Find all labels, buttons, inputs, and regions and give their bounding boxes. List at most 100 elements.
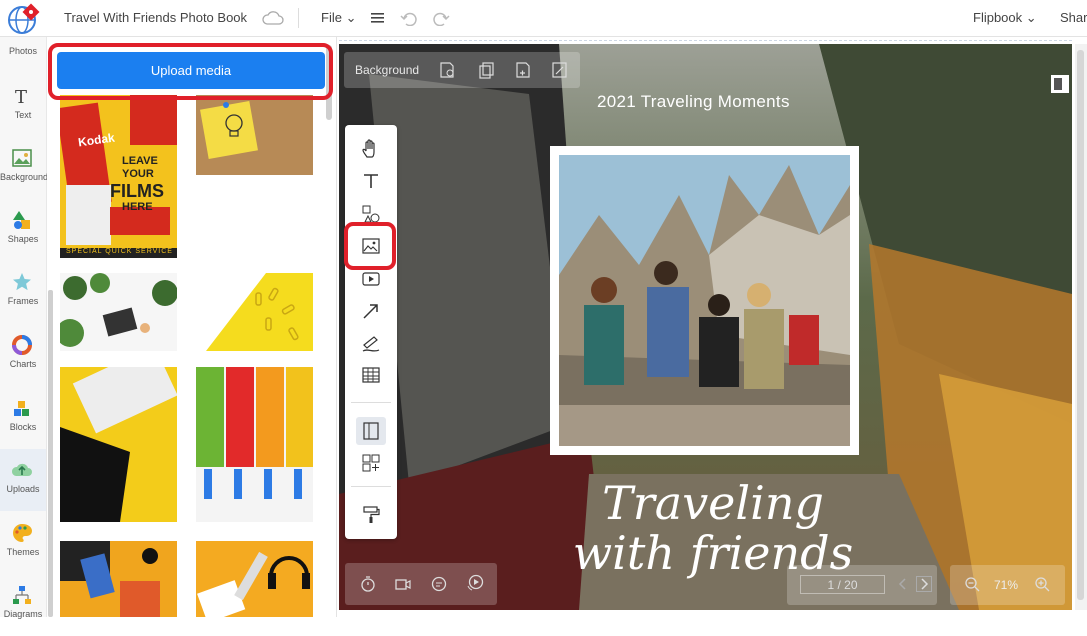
undo-icon[interactable]	[400, 10, 418, 26]
draw-tool[interactable]	[356, 329, 386, 357]
video-record-icon[interactable]	[394, 575, 412, 593]
element-toolbar	[345, 125, 397, 539]
page-heading[interactable]: 2021 Traveling Moments	[597, 92, 790, 112]
timer-icon[interactable]	[359, 575, 377, 593]
previous-page-icon[interactable]	[895, 576, 911, 592]
left-sidebar: Photos T Text Background Shapes Frames C…	[0, 37, 48, 619]
media-thumb-paperclips[interactable]	[196, 273, 313, 351]
office-items-image	[60, 541, 177, 617]
media-thumb-desk-plants[interactable]	[60, 273, 177, 351]
film-ad-line: LEAVE	[122, 155, 158, 167]
media-thumb-keyboard[interactable]	[60, 367, 177, 522]
sidebar-item-frames[interactable]: Frames	[0, 261, 46, 323]
add-block-icon	[362, 454, 380, 472]
sidebar-item-diagrams[interactable]: Diagrams	[0, 574, 46, 636]
text-tool[interactable]	[356, 167, 386, 195]
page-settings-icon[interactable]	[438, 61, 456, 79]
sidebar-item-shapes[interactable]: Shapes	[0, 199, 46, 261]
sidebar-item-themes[interactable]: Themes	[0, 512, 46, 574]
media-thumb-paint-rollers[interactable]	[196, 367, 313, 522]
hamburger-menu-icon[interactable]	[371, 12, 385, 24]
paint-roller-icon	[363, 506, 380, 523]
film-ad-footer: SPECIAL QUICK SERVICE	[66, 248, 173, 255]
format-painter-tool[interactable]	[356, 501, 386, 529]
sidebar-item-blocks[interactable]: Blocks	[0, 387, 46, 449]
divider	[298, 8, 299, 28]
chevron-down-icon: ⌄	[1025, 10, 1037, 25]
pen-draw-icon	[362, 336, 380, 352]
sidebar-layout-icon	[363, 422, 379, 440]
sidebar-item-label: Photos	[8, 46, 38, 56]
upload-cloud-icon	[11, 463, 32, 476]
next-page-icon[interactable]	[916, 576, 932, 592]
chevron-down-icon: ⌄	[345, 10, 357, 25]
cork-board-image	[196, 95, 313, 175]
delete-page-icon[interactable]	[551, 61, 569, 79]
arrow-icon	[363, 304, 378, 319]
sidebar-item-label: Diagrams	[3, 609, 43, 619]
toolbar-divider	[351, 486, 391, 487]
sidebar-item-charts[interactable]: Charts	[0, 324, 46, 386]
media-thumb-lightbulb-note[interactable]	[196, 95, 313, 175]
flipbook-menu[interactable]: Flipbook ⌄	[973, 10, 1037, 26]
top-bar: Travel With Friends Photo Book File ⌄ Fl…	[0, 0, 1087, 37]
file-menu[interactable]: File ⌄	[321, 10, 356, 26]
friends-hiking-image	[559, 155, 850, 446]
paint-rollers-image	[196, 367, 313, 522]
shapes-outline-icon	[362, 205, 380, 223]
zoom-level[interactable]: 71%	[994, 578, 1018, 592]
shapes-icon	[13, 211, 30, 229]
background-label[interactable]: Background	[355, 63, 419, 77]
sidebar-item-label: Frames	[7, 296, 39, 306]
friends-photo[interactable]	[559, 155, 850, 446]
sidebar-item-text[interactable]: T Text	[0, 75, 46, 137]
add-element-tool[interactable]	[356, 449, 386, 477]
media-thumb-office-items[interactable]	[60, 541, 177, 617]
sidebar-item-label: Charts	[9, 359, 37, 369]
page-corner-icon[interactable]	[1050, 74, 1070, 94]
media-thumb-headphones[interactable]	[196, 541, 313, 617]
sidebar-item-photos[interactable]: Photos	[0, 11, 46, 73]
paperclips-image	[196, 273, 313, 351]
desk-plants-image	[60, 273, 177, 351]
media-thumb-films[interactable]: Kodak LEAVE YOUR FILMS HERE SPECIAL QUIC…	[60, 95, 177, 258]
palette-icon	[13, 524, 32, 542]
sidebar-scrollbar[interactable]	[48, 290, 53, 617]
sidebar-item-uploads[interactable]: Uploads	[0, 449, 46, 511]
blocks-icon	[14, 401, 29, 416]
upload-media-button[interactable]: Upload media	[57, 52, 325, 89]
table-tool[interactable]	[356, 361, 386, 389]
video-play-icon	[362, 272, 380, 286]
sidebar-item-label: Themes	[6, 547, 40, 557]
toolbar-divider	[351, 402, 391, 403]
duplicate-page-icon[interactable]	[478, 61, 496, 79]
zoom-in-icon[interactable]	[1034, 576, 1050, 592]
share-menu[interactable]: Shar	[1060, 10, 1087, 25]
panel-toggle-tool[interactable]	[356, 417, 386, 445]
image-tool-highlight	[344, 222, 396, 270]
redo-icon[interactable]	[432, 10, 450, 26]
page-indicator[interactable]: 1 / 20	[800, 575, 885, 594]
comment-icon[interactable]	[430, 575, 448, 593]
film-ad-line: FILMS	[110, 181, 164, 201]
cloud-sync-icon[interactable]	[262, 9, 284, 27]
text-t-icon	[364, 174, 378, 188]
script-title-line: Traveling	[602, 476, 824, 530]
zoom-out-icon[interactable]	[964, 576, 980, 592]
pan-tool[interactable]	[356, 135, 386, 163]
sidebar-item-label: Shapes	[7, 234, 39, 244]
canvas-scrollbar-thumb[interactable]	[1077, 50, 1084, 600]
sidebar-item-label: Uploads	[6, 484, 40, 494]
page-guide-line	[339, 40, 1072, 43]
sidebar-item-background[interactable]: Background	[0, 137, 48, 199]
script-title[interactable]: Traveling with friends	[548, 478, 878, 578]
sidebar-item-label: Blocks	[9, 422, 37, 432]
hand-icon	[362, 139, 375, 158]
autoplay-icon[interactable]	[465, 573, 485, 593]
add-page-icon[interactable]	[514, 61, 532, 79]
line-arrow-tool[interactable]	[356, 297, 386, 325]
star-frame-icon	[13, 273, 31, 291]
table-icon	[362, 367, 380, 383]
document-title[interactable]: Travel With Friends Photo Book	[64, 10, 247, 25]
sidebar-item-label: Text	[14, 110, 32, 120]
